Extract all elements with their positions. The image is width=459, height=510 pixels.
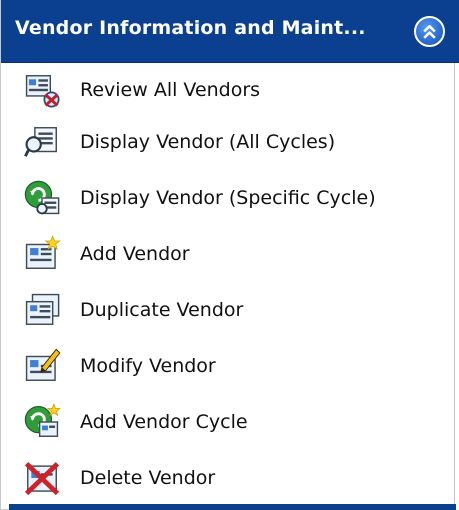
menu-item-delete-vendor[interactable]: Delete Vendor xyxy=(1,455,456,505)
menu-item-label: Duplicate Vendor xyxy=(80,299,244,321)
menu-item-label: Add Vendor Cycle xyxy=(80,411,248,433)
panel-header[interactable]: Vendor Information and Maint... xyxy=(1,0,459,63)
menu-item-label: Display Vendor (Specific Cycle) xyxy=(80,187,376,209)
menu-item-review-all-vendors[interactable]: Review All Vendors xyxy=(1,67,456,117)
menu-item-add-vendor[interactable]: Add Vendor xyxy=(1,231,456,281)
menu-item-display-vendor-specific[interactable]: Display Vendor (Specific Cycle) xyxy=(1,175,456,225)
double-chevron-up-icon xyxy=(423,24,436,39)
panel-title: Vendor Information and Maint... xyxy=(15,17,366,39)
menu-item-label: Review All Vendors xyxy=(80,79,261,101)
delete-vendor-icon xyxy=(24,462,60,496)
add-vendor-icon xyxy=(25,235,61,269)
menu-item-label: Modify Vendor xyxy=(80,355,216,377)
vendor-panel: Vendor Information and Maint... Review A… xyxy=(0,0,459,510)
display-vendor-icon xyxy=(24,127,57,157)
menu-item-display-vendor-all[interactable]: Display Vendor (All Cycles) xyxy=(1,119,456,169)
bottom-bar xyxy=(9,504,456,510)
menu-item-label: Display Vendor (All Cycles) xyxy=(80,131,336,153)
menu-item-duplicate-vendor[interactable]: Duplicate Vendor xyxy=(1,287,456,337)
duplicate-vendor-icon xyxy=(25,293,60,325)
menu-item-label: Add Vendor xyxy=(80,243,190,265)
add-vendor-cycle-icon xyxy=(24,403,61,437)
review-vendors-icon xyxy=(25,75,60,108)
collapse-button[interactable] xyxy=(414,16,445,47)
display-vendor-cycle-icon xyxy=(24,180,60,215)
menu-item-label: Delete Vendor xyxy=(80,467,216,489)
menu-item-modify-vendor[interactable]: Modify Vendor xyxy=(1,343,456,393)
menu-item-add-vendor-cycle[interactable]: Add Vendor Cycle xyxy=(1,399,456,449)
modify-vendor-icon xyxy=(25,348,61,381)
